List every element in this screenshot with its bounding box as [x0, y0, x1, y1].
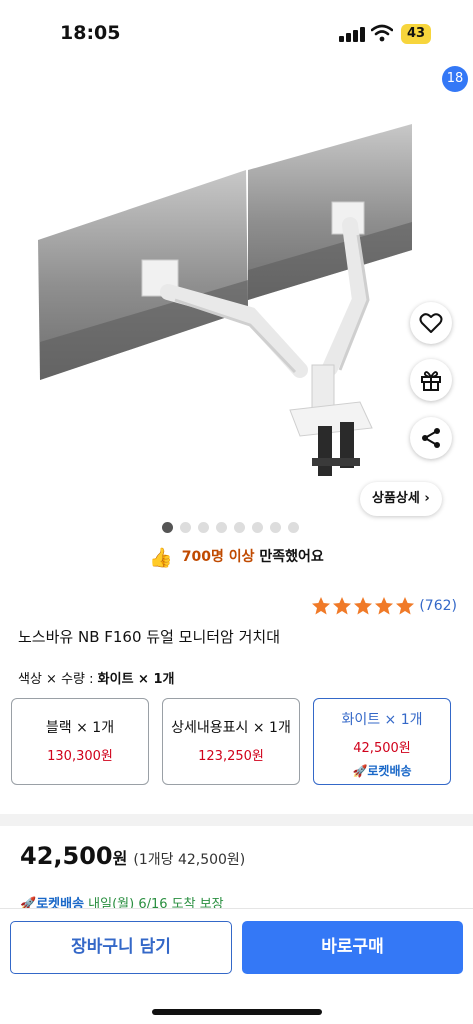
buy-now-button[interactable]: 바로구매 — [242, 921, 463, 974]
product-detail-button[interactable]: 상품상세 › — [360, 482, 442, 516]
option-name: 상세내용표시 × 1개 — [171, 720, 291, 736]
price-line: 42,500 원 (1개당 42,500원) — [20, 842, 245, 870]
status-bar: 18:05 43 — [0, 0, 473, 62]
carousel-dot[interactable] — [252, 522, 263, 533]
option-summary: 색상 × 수량 : 화이트 × 1개 — [18, 668, 175, 687]
carousel-dot[interactable] — [180, 522, 191, 533]
carousel-dot[interactable] — [198, 522, 209, 533]
thumbs-up-icon: 👍 — [149, 547, 173, 569]
section-divider — [0, 814, 473, 826]
star-icon — [354, 597, 373, 615]
star-icon — [396, 597, 415, 615]
carousel-dot[interactable] — [288, 522, 299, 533]
add-to-cart-button[interactable]: 장바구니 담기 — [10, 921, 232, 974]
carousel-indicator — [162, 522, 299, 534]
option-name: 블랙 × 1개 — [45, 720, 115, 736]
review-count[interactable]: (762) — [419, 598, 457, 614]
price-value: 42,500 — [20, 842, 113, 870]
wifi-icon — [371, 24, 393, 42]
share-button[interactable] — [410, 417, 452, 459]
option-summary-prefix: 색상 × 수량 : — [18, 672, 94, 687]
option-card-black[interactable]: 블랙 × 1개 130,300원 — [11, 698, 149, 785]
gift-icon — [421, 371, 441, 391]
rocket-delivery-badge: 🚀로켓배송 — [314, 762, 450, 779]
satisfaction-count: 700명 이상 — [181, 549, 255, 565]
rocket-label: 로켓배송 — [367, 764, 412, 778]
gift-button[interactable] — [410, 359, 452, 401]
option-price: 130,300원 — [47, 749, 113, 764]
back-icon[interactable] — [14, 74, 44, 108]
rating[interactable]: (762) — [310, 596, 457, 616]
price-unit: 원 — [112, 849, 128, 868]
satisfaction-text: 만족했어요 — [259, 549, 324, 565]
option-price: 42,500원 — [353, 741, 411, 756]
option-list: 블랙 × 1개 130,300원 상세내용표시 × 1개 123,250원 화이… — [11, 698, 465, 785]
status-time: 18:05 — [60, 22, 121, 44]
search-icon[interactable] — [366, 78, 396, 108]
wishlist-button[interactable] — [410, 302, 452, 344]
carousel-dot[interactable] — [270, 522, 281, 533]
carousel-dot[interactable] — [234, 522, 245, 533]
product-title: 노스바유 NB F160 듀얼 모니터암 거치대 — [18, 628, 281, 646]
heart-icon — [419, 313, 443, 333]
signal-icon — [339, 26, 365, 42]
share-icon — [422, 428, 440, 448]
rocket-icon: 🚀 — [352, 764, 368, 778]
cart-count-badge: 18 — [442, 66, 468, 92]
product-detail-label: 상품상세 — [372, 491, 420, 506]
bottom-action-bar: 장바구니 담기 바로구매 — [0, 908, 473, 1024]
carousel-dot[interactable] — [216, 522, 227, 533]
option-card-white[interactable]: 화이트 × 1개 42,500원 🚀로켓배송 — [313, 698, 451, 785]
star-icon — [312, 597, 331, 615]
star-icon — [375, 597, 394, 615]
price-per-unit: (1개당 42,500원) — [133, 852, 246, 868]
product-image[interactable] — [0, 110, 473, 520]
option-summary-selected: 화이트 × 1개 — [97, 672, 175, 687]
star-icon — [333, 597, 352, 615]
satisfaction-banner: 👍 700명 이상 만족했어요 — [0, 546, 473, 569]
option-card-detail[interactable]: 상세내용표시 × 1개 123,250원 — [162, 698, 300, 785]
option-name: 화이트 × 1개 — [341, 712, 423, 728]
home-indicator — [152, 1009, 322, 1015]
option-price: 123,250원 — [198, 749, 264, 764]
chevron-right-icon: › — [424, 491, 430, 506]
carousel-dot[interactable] — [162, 522, 173, 533]
battery-indicator: 43 — [401, 24, 431, 44]
